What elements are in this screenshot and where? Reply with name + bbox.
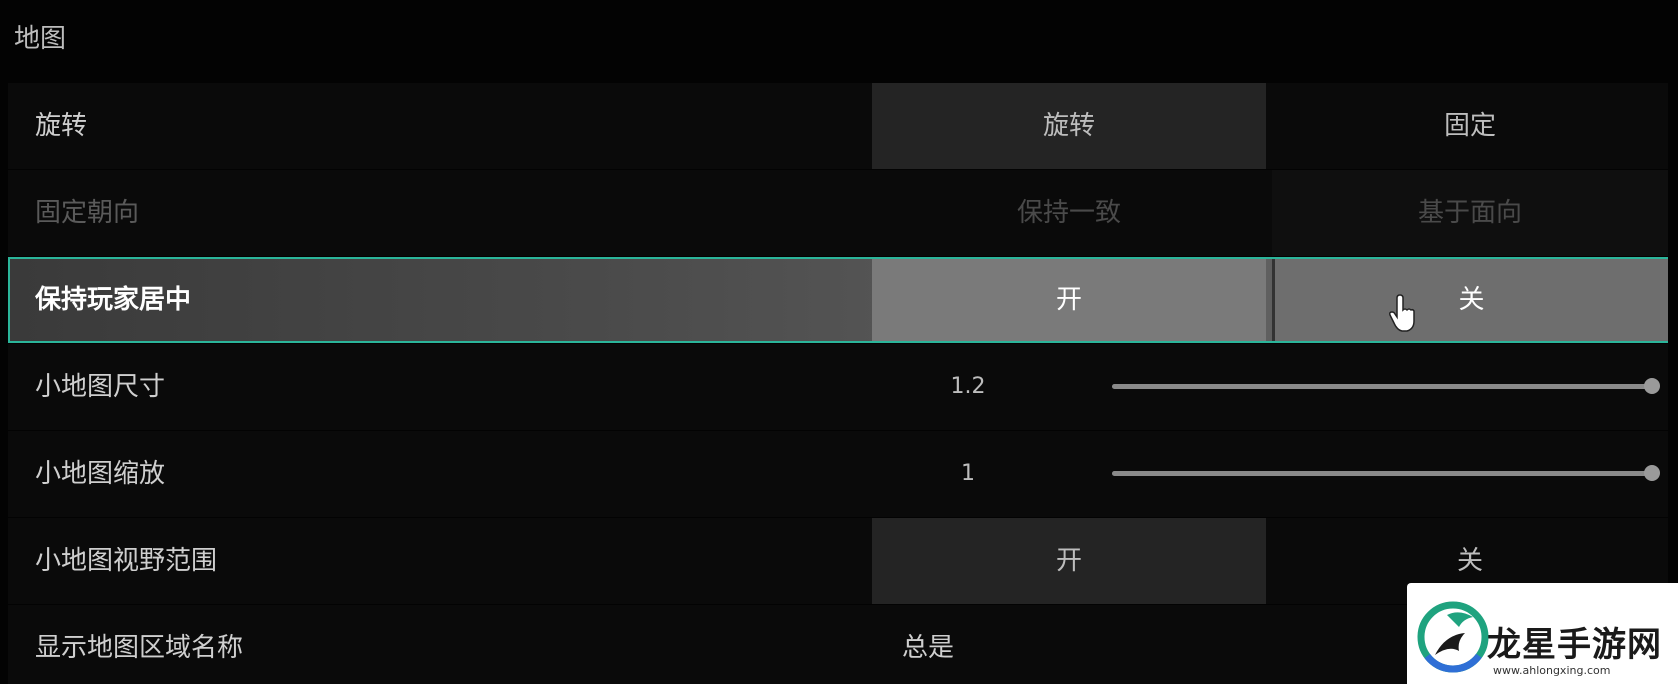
watermark-logo: 龙星手游网 www.ahlongxing.com bbox=[1407, 583, 1678, 684]
slider-fill bbox=[1112, 384, 1652, 389]
slider-fill bbox=[1112, 471, 1652, 476]
setting-label: 固定朝向 bbox=[35, 198, 140, 228]
option-on[interactable]: 开 bbox=[872, 518, 1266, 604]
slider-thumb[interactable] bbox=[1644, 378, 1660, 394]
minimap-zoom-slider[interactable] bbox=[1112, 465, 1660, 481]
slider-value: 1.2 bbox=[950, 374, 986, 399]
option-keep-consistent[interactable]: 保持一致 bbox=[872, 170, 1266, 256]
hand-cursor-icon bbox=[1389, 294, 1415, 332]
section-title: 地图 bbox=[14, 24, 67, 54]
minimap-size-slider[interactable] bbox=[1112, 378, 1660, 394]
setting-label: 保持玩家居中 bbox=[35, 285, 192, 315]
setting-label: 显示地图区域名称 bbox=[35, 633, 244, 663]
option-fixed[interactable]: 固定 bbox=[1272, 83, 1668, 169]
watermark-text: 龙星手游网 bbox=[1487, 625, 1662, 665]
setting-row-fixed-orientation: 固定朝向 保持一致 基于面向 bbox=[8, 170, 1668, 256]
watermark-url: www.ahlongxing.com bbox=[1493, 664, 1611, 677]
option-based-on-facing[interactable]: 基于面向 bbox=[1272, 170, 1668, 256]
setting-row-keep-player-centered: 保持玩家居中 开 关 bbox=[8, 257, 1668, 343]
setting-label: 旋转 bbox=[35, 111, 88, 141]
slider-thumb[interactable] bbox=[1644, 465, 1660, 481]
slider-value: 1 bbox=[961, 461, 975, 486]
area-names-select[interactable]: 总是 bbox=[902, 605, 954, 684]
setting-label: 小地图尺寸 bbox=[35, 372, 166, 402]
setting-row-rotation: 旋转 旋转 固定 bbox=[8, 83, 1668, 169]
setting-row-minimap-zoom: 小地图缩放 1 bbox=[8, 431, 1668, 517]
dragon-logo-icon bbox=[1417, 601, 1489, 673]
option-rotate[interactable]: 旋转 bbox=[872, 83, 1266, 169]
option-on[interactable]: 开 bbox=[872, 259, 1266, 341]
setting-label: 小地图视野范围 bbox=[35, 546, 218, 576]
settings-screen: 地图 旋转 旋转 固定 固定朝向 保持一致 基于面向 保持玩家居中 开 关 小地… bbox=[0, 0, 1678, 684]
setting-label: 小地图缩放 bbox=[35, 459, 166, 489]
setting-row-minimap-size: 小地图尺寸 1.2 bbox=[8, 344, 1668, 430]
option-off[interactable]: 关 bbox=[1272, 259, 1668, 341]
